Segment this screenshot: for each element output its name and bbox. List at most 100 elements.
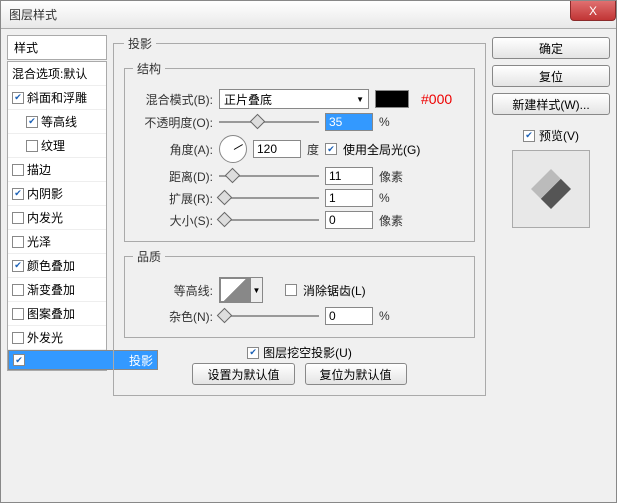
angle-label: 角度(A): [133, 141, 213, 158]
knockout-checkbox[interactable] [247, 347, 259, 359]
ok-button[interactable]: 确定 [492, 37, 610, 59]
distance-input[interactable]: 11 [325, 167, 373, 185]
sidebar-item-label: 图案叠加 [27, 305, 75, 322]
sidebar-item-label: 内阴影 [27, 185, 63, 202]
noise-slider[interactable] [219, 309, 319, 323]
noise-unit: % [379, 309, 390, 323]
size-label: 大小(S): [133, 212, 213, 229]
quality-title: 品质 [133, 248, 165, 265]
sidebar-item-label: 颜色叠加 [27, 257, 75, 274]
knockout-label: 图层挖空投影(U) [263, 344, 352, 361]
distance-unit: 像素 [379, 168, 403, 185]
sidebar-item-7[interactable]: 颜色叠加 [8, 254, 106, 278]
sidebar-item-3[interactable]: 描边 [8, 158, 106, 182]
reset-default-button[interactable]: 复位为默认值 [305, 363, 407, 385]
sidebar-item-0[interactable]: 斜面和浮雕 [8, 86, 106, 110]
sidebar-header: 样式 [7, 35, 107, 60]
cancel-button[interactable]: 复位 [492, 65, 610, 87]
effect-fieldset: 投影 结构 混合模式(B): 正片叠底 ▼ #000 不透明度(O): [113, 35, 486, 396]
sidebar-item-4[interactable]: 内阴影 [8, 182, 106, 206]
style-checkbox[interactable] [12, 236, 24, 248]
quality-group: 品质 等高线: ▼ 消除锯齿(L) 杂色(N): [124, 248, 475, 338]
sidebar-item-label: 描边 [27, 161, 51, 178]
sidebar-item-8[interactable]: 渐变叠加 [8, 278, 106, 302]
blend-mode-label: 混合模式(B): [133, 91, 213, 108]
style-checkbox[interactable] [12, 308, 24, 320]
style-checkbox[interactable] [12, 332, 24, 344]
antialias-checkbox[interactable] [285, 284, 297, 296]
settings-panel: 投影 结构 混合模式(B): 正片叠底 ▼ #000 不透明度(O): [113, 35, 486, 496]
color-hex: #000 [421, 91, 452, 107]
sidebar-item-label: 纹理 [41, 137, 65, 154]
sidebar-item-1[interactable]: 等高线 [8, 110, 106, 134]
noise-input[interactable]: 0 [325, 307, 373, 325]
spread-unit: % [379, 191, 390, 205]
style-checkbox[interactable] [12, 284, 24, 296]
angle-input[interactable]: 120 [253, 140, 301, 158]
dialog-window: 图层样式 X 样式 混合选项:默认 斜面和浮雕等高线纹理描边内阴影内发光光泽颜色… [0, 0, 617, 503]
distance-label: 距离(D): [133, 168, 213, 185]
make-default-button[interactable]: 设置为默认值 [192, 363, 294, 385]
effect-title: 投影 [124, 35, 156, 52]
noise-label: 杂色(N): [133, 308, 213, 325]
close-icon: X [589, 4, 597, 18]
blend-mode-select[interactable]: 正片叠底 ▼ [219, 89, 369, 109]
style-checkbox[interactable] [12, 188, 24, 200]
sidebar-item-label: 渐变叠加 [27, 281, 75, 298]
dialog-body: 样式 混合选项:默认 斜面和浮雕等高线纹理描边内阴影内发光光泽颜色叠加渐变叠加图… [1, 29, 616, 502]
contour-thumb-icon [220, 278, 250, 302]
size-slider[interactable] [219, 213, 319, 227]
global-light-label: 使用全局光(G) [343, 141, 420, 158]
color-swatch[interactable] [375, 90, 409, 108]
size-unit: 像素 [379, 212, 403, 229]
contour-label: 等高线: [133, 282, 213, 299]
titlebar: 图层样式 X [1, 1, 616, 29]
preview-thumb-icon [531, 169, 571, 209]
opacity-label: 不透明度(O): [133, 114, 213, 131]
opacity-input[interactable]: 35 [325, 113, 373, 131]
angle-dial[interactable] [219, 135, 247, 163]
style-sidebar: 样式 混合选项:默认 斜面和浮雕等高线纹理描边内阴影内发光光泽颜色叠加渐变叠加图… [7, 35, 107, 496]
close-button[interactable]: X [570, 1, 616, 21]
style-checkbox[interactable] [12, 212, 24, 224]
size-input[interactable]: 0 [325, 211, 373, 229]
right-buttons: 确定 复位 新建样式(W)... 预览(V) [492, 35, 610, 496]
chevron-down-icon: ▼ [356, 95, 364, 104]
style-checkbox[interactable] [12, 164, 24, 176]
window-title: 图层样式 [9, 6, 57, 23]
spread-input[interactable]: 1 [325, 189, 373, 207]
sidebar-item-label: 外发光 [27, 329, 63, 346]
new-style-button[interactable]: 新建样式(W)... [492, 93, 610, 115]
antialias-label: 消除锯齿(L) [303, 282, 366, 299]
spread-slider[interactable] [219, 191, 319, 205]
structure-title: 结构 [133, 60, 165, 77]
preview-checkbox[interactable] [523, 130, 535, 142]
contour-picker[interactable]: ▼ [219, 277, 263, 303]
global-light-checkbox[interactable] [325, 143, 337, 155]
structure-group: 结构 混合模式(B): 正片叠底 ▼ #000 不透明度(O): 35 [124, 60, 475, 242]
style-checkbox[interactable] [12, 260, 24, 272]
style-checkbox[interactable] [26, 140, 38, 152]
sidebar-item-label: 等高线 [41, 113, 77, 130]
sidebar-item-5[interactable]: 内发光 [8, 206, 106, 230]
sidebar-item-label: 内发光 [27, 209, 63, 226]
style-list: 混合选项:默认 斜面和浮雕等高线纹理描边内阴影内发光光泽颜色叠加渐变叠加图案叠加… [7, 61, 107, 371]
sidebar-item-2[interactable]: 纹理 [8, 134, 106, 158]
sidebar-item-10[interactable]: 外发光 [8, 326, 106, 350]
style-checkbox[interactable] [13, 354, 25, 366]
angle-unit: 度 [307, 141, 319, 158]
distance-slider[interactable] [219, 169, 319, 183]
chevron-down-icon: ▼ [250, 278, 262, 302]
opacity-slider[interactable] [219, 115, 319, 129]
sidebar-item-label: 斜面和浮雕 [27, 89, 87, 106]
preview-label: 预览(V) [539, 127, 579, 144]
preview-box [512, 150, 590, 228]
opacity-unit: % [379, 115, 390, 129]
sidebar-item-label: 光泽 [27, 233, 51, 250]
style-checkbox[interactable] [26, 116, 38, 128]
blend-options-row[interactable]: 混合选项:默认 [8, 62, 106, 86]
spread-label: 扩展(R): [133, 190, 213, 207]
style-checkbox[interactable] [12, 92, 24, 104]
sidebar-item-6[interactable]: 光泽 [8, 230, 106, 254]
sidebar-item-9[interactable]: 图案叠加 [8, 302, 106, 326]
